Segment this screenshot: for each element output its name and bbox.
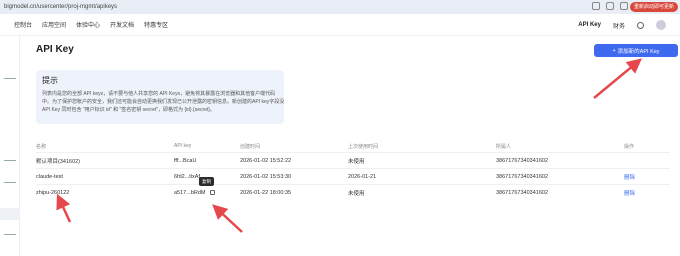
browser-toolbar: bigmodel.cn/usercenter/proj-mgmt/apikeys… (0, 0, 680, 14)
delete-button[interactable]: 删除 (624, 173, 670, 181)
row-created: 2026-01-22 18:00:35 (240, 189, 292, 196)
delete-button[interactable]: 删除 (624, 189, 670, 197)
arrow-to-copy-icon (212, 204, 243, 233)
row-owner: 38671767340341602 (496, 173, 549, 180)
table-row: zhipu-260122 a517...bRdM 2026-01-22 18:0… (36, 184, 670, 200)
row-key-cell: a517...bRdM (174, 190, 240, 196)
col-action: 操作 (624, 143, 635, 150)
address-bar[interactable]: bigmodel.cn/usercenter/proj-mgmt/apikeys (0, 4, 117, 10)
col-name: 名称 (36, 143, 47, 150)
row-name: zhipu-260122 (36, 189, 70, 196)
row-last-used: 2026-01-21 (348, 173, 377, 180)
create-api-key-button[interactable]: + 添加新的API Key (594, 44, 678, 57)
sidebar-marker[interactable] (4, 78, 16, 79)
update-button[interactable]: 重新启动即可更新 (629, 2, 678, 12)
extension-icon[interactable] (606, 2, 614, 10)
row-created: 2026-01-02 15:52:22 (240, 157, 292, 164)
api-key-table: 名称 API key 创建时间 上次使用时间 所属人 操作 默认项目(34160… (36, 140, 670, 200)
nav-item-apps[interactable]: 应用空间 (42, 20, 66, 29)
url-text[interactable]: bigmodel.cn/usercenter/proj-mgmt/apikeys (4, 4, 117, 10)
row-last-used: 未使用 (348, 190, 365, 197)
avatar[interactable] (656, 20, 666, 30)
nav-item-experience[interactable]: 体验中心 (76, 20, 100, 29)
copy-icon[interactable] (210, 189, 216, 195)
table-row: claude-test 6fd2...tlxAf 2026-01-02 15:5… (36, 168, 670, 184)
sidebar (0, 36, 20, 256)
create-api-key-label: 添加新的API Key (617, 48, 660, 55)
sidebar-marker[interactable] (4, 234, 16, 235)
copy-tooltip: 复制 (199, 177, 214, 186)
nav-finance[interactable]: 财务 (613, 21, 625, 30)
nav-item-deals[interactable]: 特惠专区 (144, 20, 168, 29)
nav-api-key[interactable]: API Key (578, 22, 601, 28)
table-header: 名称 API key 创建时间 上次使用时间 所属人 操作 (36, 140, 670, 152)
gear-icon[interactable] (637, 21, 644, 29)
tip-line: 列表内是您的全部 API keys，请不要与他人共享您的 API Keys，避免… (42, 91, 276, 97)
plus-icon: + (612, 47, 616, 54)
sidebar-item-active[interactable] (0, 208, 20, 220)
row-key: a517...bRdM (174, 189, 206, 196)
tip-title: 提示 (42, 76, 58, 85)
bookmark-icon[interactable] (592, 2, 600, 10)
nav-item-console[interactable]: 控制台 (14, 20, 32, 29)
col-created: 创建时间 (240, 143, 261, 150)
row-owner: 38671767340341602 (496, 189, 549, 196)
row-name: 默认项目(341602) (36, 158, 81, 165)
tip-box: 提示 列表内是您的全部 API keys，请不要与他人共享您的 API Keys… (36, 70, 284, 124)
row-owner: 38671767340341602 (496, 157, 549, 164)
sidebar-marker[interactable] (4, 160, 16, 161)
annotation-arrows (56, 58, 642, 233)
tip-line: API Key 同时包含 "用户标识 id" 和 "签名密钥 secret"，即… (42, 107, 215, 113)
browser-icons (592, 2, 628, 10)
table-row: 默认项目(341602) fff...BcaU 2026-01-02 15:52… (36, 152, 670, 168)
profile-icon[interactable] (620, 2, 628, 10)
page-title: API Key (36, 44, 74, 55)
sidebar-marker[interactable] (4, 182, 16, 183)
tip-line: 中。为了保护您帐户的安全，我们还可能会自动更换我们发现已公开泄露的密钥信息。新创… (42, 99, 285, 105)
nav-right: API Key 财务 (578, 14, 666, 36)
arrow-to-create-button (593, 58, 642, 99)
row-name: claude-test (36, 173, 63, 180)
nav-item-docs[interactable]: 开发文档 (110, 20, 134, 29)
col-key: API key (174, 143, 192, 149)
col-owner: 所属人 (496, 143, 512, 150)
row-key: fff...BcaU (174, 157, 197, 164)
row-last-used: 未使用 (348, 158, 365, 165)
col-last-used: 上次使用时间 (348, 143, 379, 150)
row-created: 2026-01-02 15:53:30 (240, 173, 292, 180)
top-navigation: 控制台 应用空间 体验中心 开发文档 特惠专区 API Key 财务 (0, 14, 680, 36)
